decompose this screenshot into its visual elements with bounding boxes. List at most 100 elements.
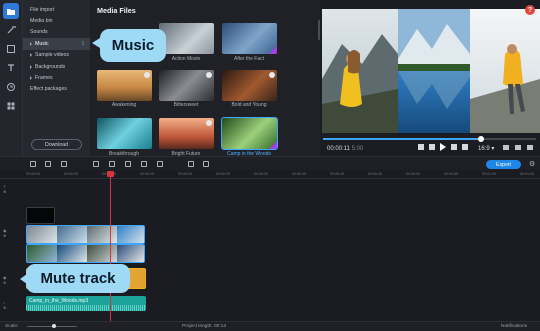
track-header-text[interactable]: T ⊕: [3, 184, 21, 194]
media-thumb-camp-in-the-woods[interactable]: [221, 117, 278, 150]
export-button[interactable]: Export: [486, 160, 521, 169]
fx-tool-button[interactable]: [3, 22, 19, 38]
timeline: 00:00:0000:00:0500:00:1000:00:1500:00:20…: [0, 170, 540, 321]
title-clip[interactable]: [26, 207, 55, 224]
sidebar-item-label: Media bin: [30, 18, 53, 25]
track-header-video[interactable]: ◉ ⊕: [3, 228, 21, 238]
sidebar-item-file-import[interactable]: File import: [23, 4, 90, 15]
sidebar-item-backgrounds[interactable]: Backgrounds: [23, 61, 90, 72]
filters-tool-button[interactable]: [3, 41, 19, 57]
aspect-ratio-select[interactable]: 16:9 ▾: [478, 145, 494, 152]
ruler-tick-label: 00:00:55: [444, 172, 458, 176]
tool-rail: [0, 0, 23, 156]
download-icon: [269, 72, 275, 78]
sidebar-item-label: Sample videos: [35, 52, 70, 59]
mute-track-callout: Mute track: [26, 264, 130, 293]
ruler-tick-label: 00:00:40: [330, 172, 344, 176]
audio-clip[interactable]: Camp_in_the_Woods.mp3: [26, 296, 146, 311]
titles-tool-button[interactable]: [3, 60, 19, 76]
fullscreen-icon[interactable]: [527, 145, 533, 150]
download-button[interactable]: Download: [31, 139, 82, 150]
media-thumb-after-the-fact[interactable]: [222, 23, 277, 54]
preview-video[interactable]: [322, 9, 540, 133]
media-thumb-bold-and-young[interactable]: [222, 70, 277, 101]
audio-waveform: [26, 305, 146, 311]
download-icon: [206, 120, 212, 126]
undo-icon[interactable]: [30, 161, 36, 167]
more-tools-button[interactable]: [3, 98, 19, 114]
scale-label: Scale:: [5, 324, 19, 329]
play-icon[interactable]: [440, 143, 446, 151]
clip-properties-icon[interactable]: [157, 161, 163, 167]
media-thumb-action-movie[interactable]: [159, 23, 214, 54]
notifications-link[interactable]: Notifications: [501, 324, 527, 329]
grid-icon: [7, 102, 15, 110]
rotate-icon[interactable]: [109, 161, 115, 167]
ruler-tick-label: 00:00:00: [26, 172, 40, 176]
color-adjust-icon[interactable]: [141, 161, 147, 167]
media-thumb-breakthrough[interactable]: [97, 118, 152, 149]
download-icon: ⇩: [80, 40, 85, 47]
ruler-tick-label: 00:00:35: [292, 172, 306, 176]
mute-callout-tail: [20, 274, 27, 284]
ruler-tick-label: 00:00:50: [406, 172, 420, 176]
audio-clip-label: Camp_in_the_Woods.mp3: [29, 298, 89, 304]
expand-arrow-icon: [30, 76, 32, 81]
timeline-ruler: 00:00:0000:00:0500:00:1000:00:1500:00:20…: [0, 170, 540, 179]
thumbnail-image: [97, 118, 152, 149]
sidebar-item-effect-packages[interactable]: Effect packages: [23, 84, 90, 95]
sidebar-item-sounds[interactable]: Sounds: [23, 27, 90, 38]
clock-icon: [7, 83, 15, 91]
sidebar-item-sample-videos[interactable]: Sample videos: [23, 50, 90, 61]
flag-icon[interactable]: [203, 161, 209, 167]
playhead-line[interactable]: [110, 171, 111, 321]
download-icon: [206, 72, 212, 78]
seekbar-handle[interactable]: [477, 136, 484, 142]
sidebar-item-media-bin[interactable]: Media bin: [23, 15, 90, 26]
redo-icon[interactable]: [45, 161, 51, 167]
cut-icon[interactable]: [93, 161, 99, 167]
text-icon: [8, 64, 14, 71]
scale-slider-handle[interactable]: [52, 324, 56, 328]
media-library: Media Files Action Movie After the Fact …: [90, 0, 320, 157]
media-thumb-bittersweet[interactable]: [159, 70, 214, 101]
playback-controls: [418, 143, 468, 151]
ruler-tick-label: 00:00:25: [216, 172, 230, 176]
volume-icon[interactable]: [503, 145, 509, 150]
ruler-tick-label: 00:00:45: [368, 172, 382, 176]
stop-icon[interactable]: [451, 144, 457, 150]
video-clip-main[interactable]: [26, 225, 145, 244]
track-header-overlay[interactable]: ◉ ⊕: [3, 275, 21, 285]
record-icon[interactable]: [188, 161, 194, 167]
music-callout: Music: [100, 29, 166, 62]
sidebar-item-frames[interactable]: Frames: [23, 72, 90, 83]
delete-icon[interactable]: [61, 161, 67, 167]
film-frame: [27, 226, 57, 243]
media-thumb-awakening[interactable]: [97, 70, 152, 101]
skip-back-icon[interactable]: [418, 144, 424, 150]
settings-gear-icon[interactable]: ⚙: [529, 160, 535, 168]
thumbnail-image: [159, 23, 214, 54]
snapshot-icon[interactable]: [515, 145, 521, 150]
film-frame: [87, 245, 117, 262]
preview-seekbar[interactable]: [323, 136, 536, 142]
crop-icon[interactable]: [125, 161, 131, 167]
expand-arrow-icon: [30, 64, 32, 69]
premium-corner-icon: [269, 141, 277, 149]
project-length-value: 00:13: [214, 324, 227, 329]
stickers-tool-button[interactable]: [3, 79, 19, 95]
track-header-audio[interactable]: ♪ ⊕: [3, 300, 21, 310]
media-caption: Bold and Young: [231, 102, 267, 108]
preview-actions: [503, 145, 533, 150]
import-tool-button[interactable]: [3, 3, 19, 19]
film-frame: [87, 226, 117, 243]
video-clip-secondary[interactable]: [26, 244, 145, 263]
preview-panel: ? 00:00:11 5:00 16:9 ▾: [320, 0, 540, 156]
media-thumb-bright-future[interactable]: [159, 118, 214, 149]
media-caption: Awakening: [111, 102, 137, 108]
sidebar-item-music[interactable]: Music ⇩: [23, 38, 90, 50]
step-back-icon[interactable]: [429, 144, 435, 150]
help-button[interactable]: ?: [525, 5, 535, 15]
skip-forward-icon[interactable]: [462, 144, 468, 150]
ruler-tick-label: 00:00:15: [140, 172, 154, 176]
